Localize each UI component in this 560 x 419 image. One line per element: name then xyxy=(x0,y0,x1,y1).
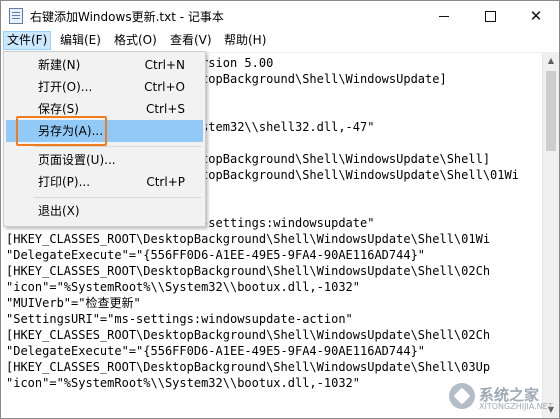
menu-item-exit[interactable]: 退出(X) xyxy=(6,200,203,222)
scroll-up-icon[interactable]: ▲ xyxy=(543,53,559,69)
menu-item-shortcut: Ctrl+P xyxy=(146,175,185,189)
menu-item-shortcut: Ctrl+O xyxy=(144,80,185,94)
watermark-logo-icon xyxy=(449,383,475,409)
editor-line: [HKEY_CLASSES_ROOT\DesktopBackground\She… xyxy=(6,264,491,278)
menu-help[interactable]: 帮助(H) xyxy=(221,31,269,50)
menu-item-label: 页面设置(U)... xyxy=(38,153,116,167)
maximize-icon xyxy=(484,10,496,22)
close-button[interactable]: ✕ xyxy=(513,1,559,31)
menu-item-open[interactable]: 打开(O)... Ctrl+O xyxy=(6,76,203,98)
window-title: 右键添加Windows更新.txt - 记事本 xyxy=(30,10,224,24)
editor-line: [HKEY_CLASSES_ROOT\DesktopBackground\She… xyxy=(6,232,491,246)
menu-bar: 文件(F) 编辑(E) 格式(O) 查看(V) 帮助(H) xyxy=(1,31,559,53)
menu-separator xyxy=(34,197,202,198)
menu-file[interactable]: 文件(F) xyxy=(3,31,52,50)
editor-line: "DelegateExecute"="{556FF0D6-A1EE-49E5-9… xyxy=(6,248,426,262)
maximize-button[interactable] xyxy=(467,1,513,31)
editor-line: "DelegateExecute"="{556FF0D6-A1EE-49E5-9… xyxy=(6,344,426,358)
menu-item-shortcut: Ctrl+S xyxy=(145,102,185,116)
scroll-thumb[interactable] xyxy=(546,71,556,151)
vertical-scrollbar[interactable]: ▲ ▼ xyxy=(542,53,559,418)
editor-line: "icon"="%SystemRoot%\\System32\\bootux.d… xyxy=(6,376,361,390)
notepad-window: 右键添加Windows更新.txt - 记事本 ✕ 文件(F) 编辑(E) 格式… xyxy=(0,0,560,419)
menu-edit[interactable]: 编辑(E) xyxy=(57,31,104,50)
editor-line: "MUIVerb"="检查更新" xyxy=(6,296,141,310)
title-bar[interactable]: 右键添加Windows更新.txt - 记事本 ✕ xyxy=(1,1,559,31)
editor-line: "icon"="%SystemRoot%\\System32\\bootux.d… xyxy=(6,280,361,294)
menu-separator xyxy=(34,146,202,147)
close-icon: ✕ xyxy=(529,7,543,25)
editor-line: "SettingsURI"="ms-settings:windowsupdate… xyxy=(6,312,353,326)
menu-item-new[interactable]: 新建(N) Ctrl+N xyxy=(6,54,203,76)
menu-item-label: 打开(O)... xyxy=(38,80,93,94)
watermark-subtext: XITONGZHIJIA.NET xyxy=(479,402,553,411)
highlight-annotation xyxy=(16,116,107,146)
menu-item-label: 退出(X) xyxy=(38,204,80,218)
editor-line: [HKEY_CLASSES_ROOT\DesktopBackground\She… xyxy=(6,328,491,342)
menu-item-label: 打印(P)... xyxy=(38,175,91,189)
notepad-icon xyxy=(9,8,23,24)
minimize-button[interactable] xyxy=(421,1,467,31)
menu-item-print[interactable]: 打印(P)... Ctrl+P xyxy=(6,171,203,193)
menu-item-shortcut: Ctrl+N xyxy=(144,58,185,72)
menu-format[interactable]: 格式(O) xyxy=(111,31,160,50)
menu-item-label: 新建(N) xyxy=(38,58,81,72)
editor-line: [HKEY_CLASSES_ROOT\DesktopBackground\She… xyxy=(6,360,491,374)
menu-item-page-setup[interactable]: 页面设置(U)... xyxy=(6,149,203,171)
minimize-icon xyxy=(439,15,449,17)
menu-view[interactable]: 查看(V) xyxy=(167,31,215,50)
watermark: 系统之家 XITONGZHIJIA.NET xyxy=(449,379,559,415)
